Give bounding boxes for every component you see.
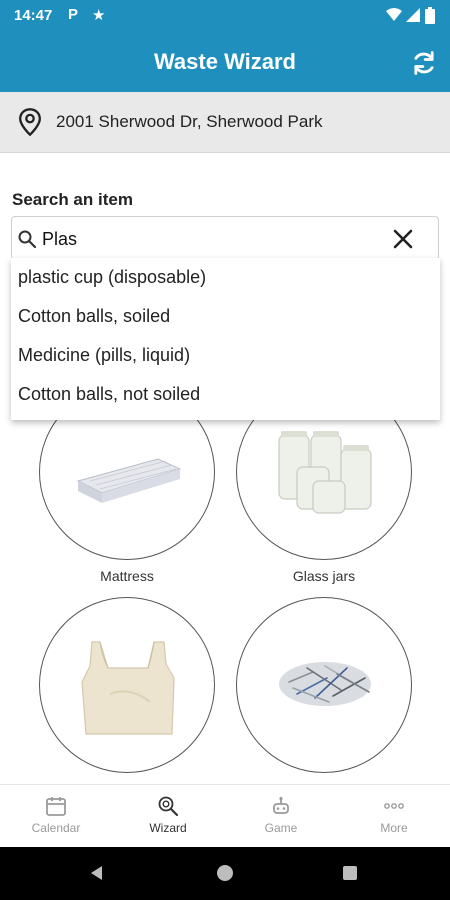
wizard-search-icon [158, 796, 179, 817]
bottom-navigation: Calendar Wizard Game More [0, 784, 450, 847]
calendar-icon [46, 797, 66, 816]
signal-icon [406, 8, 420, 22]
suggestion-item[interactable]: plastic cup (disposable) [11, 258, 440, 297]
item-label: Mattress [100, 568, 154, 584]
item-image-circle[interactable] [236, 597, 412, 773]
nav-calendar[interactable]: Calendar [0, 785, 112, 848]
wifi-icon [386, 8, 402, 21]
location-pin-icon [19, 108, 41, 137]
refresh-icon[interactable] [410, 49, 438, 77]
nav-label: Game [264, 821, 298, 835]
more-dots-icon [384, 803, 404, 809]
recents-icon[interactable] [342, 865, 358, 881]
app-bar: Waste Wizard [0, 34, 450, 92]
status-time: 14:47 [14, 7, 53, 24]
parking-icon: P [68, 6, 79, 23]
suggestion-item[interactable]: Medicine (pills, liquid) [11, 336, 440, 375]
item-label: Glass jars [292, 568, 356, 584]
search-icon [18, 230, 36, 248]
nav-label: More [380, 821, 408, 835]
item-tile[interactable] [236, 597, 412, 781]
shredded-paper-image [279, 662, 371, 706]
nav-label: Calendar [31, 821, 81, 835]
item-image-circle[interactable] [39, 597, 215, 773]
search-label: Search an item [12, 190, 133, 209]
nav-label: Wizard [149, 821, 187, 835]
item-tile[interactable] [39, 597, 215, 781]
suggestion-item[interactable]: Cotton balls, soiled [11, 297, 440, 336]
home-icon[interactable] [215, 863, 235, 883]
plastic-bag-image [81, 641, 175, 735]
app-title: Waste Wizard [153, 49, 296, 74]
suggestion-item[interactable]: Cotton balls, not soiled [11, 375, 440, 414]
battery-icon [425, 7, 435, 24]
nav-game[interactable]: Game [225, 785, 337, 848]
address-bar[interactable]: 2001 Sherwood Dr, Sherwood Park [0, 92, 450, 153]
back-icon[interactable] [88, 864, 106, 882]
nav-more[interactable]: More [338, 785, 450, 848]
system-navigation-bar [0, 847, 450, 900]
nav-wizard[interactable]: Wizard [112, 785, 224, 848]
search-input[interactable]: Plas [11, 216, 439, 260]
search-query[interactable]: Plas [42, 229, 77, 250]
status-bar: 14:47 P ★ [0, 0, 450, 34]
suggestions-dropdown: plastic cup (disposable) Cotton balls, s… [11, 258, 440, 420]
game-icon [273, 796, 289, 814]
address-text: 2001 Sherwood Dr, Sherwood Park [56, 112, 323, 131]
clear-icon[interactable] [392, 228, 414, 250]
star-icon: ★ [92, 7, 106, 24]
